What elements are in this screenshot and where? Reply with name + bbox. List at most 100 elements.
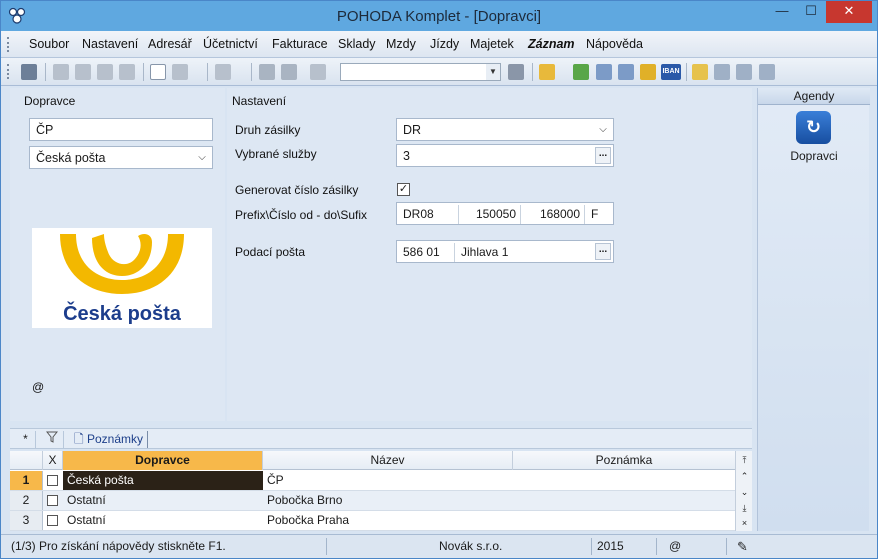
status-edit-icon[interactable]: ✎	[737, 539, 748, 555]
carriers-agenda-icon[interactable]: ↻	[796, 111, 831, 144]
cell-name[interactable]: Pobočka Praha	[263, 511, 513, 530]
services-browse-button[interactable]: ...	[595, 147, 611, 164]
column-header-x[interactable]: X	[43, 451, 63, 470]
scroll-down-icon[interactable]: ⌄	[737, 485, 752, 499]
table-row[interactable]: 1 Česká pošta ČP	[10, 471, 735, 491]
cell-carrier[interactable]: Ostatní	[63, 491, 263, 510]
filter-tab-icon[interactable]	[42, 431, 64, 448]
cell-name[interactable]: Pobočka Brno	[263, 491, 513, 510]
status-bar: (1/3) Pro získání nápovědy stiskněte F1.…	[1, 534, 877, 558]
tab-new-record[interactable]: *	[16, 431, 36, 448]
filter-icon[interactable]	[508, 64, 524, 80]
table-row[interactable]: 3 Ostatní Pobočka Praha	[10, 511, 735, 531]
cell-note[interactable]	[513, 471, 735, 490]
prefix-number-group: DR08 150050 168000 F	[396, 202, 614, 225]
print-setup-icon[interactable]	[119, 64, 135, 80]
chevron-down-icon[interactable]: ▼	[486, 64, 500, 80]
scroll-up-icon[interactable]: ⌃	[737, 469, 752, 483]
save-all-icon[interactable]	[281, 64, 297, 80]
new-record-icon[interactable]	[150, 64, 166, 80]
menu-adresar[interactable]: Adresář	[148, 37, 192, 51]
iban-icon[interactable]: IBAN	[661, 64, 681, 80]
cell-carrier[interactable]: Ostatní	[63, 511, 263, 530]
grid-header: X Dopravce Název Poznámka	[10, 451, 735, 470]
calculator-icon[interactable]	[596, 64, 612, 80]
post-office-code: 586 01	[399, 243, 455, 262]
menu-soubor[interactable]: Soubor	[29, 37, 69, 51]
carrier-code-value: ČP	[36, 123, 54, 137]
agenda-header: Agendy	[758, 88, 870, 105]
services-input[interactable]: 3 ...	[396, 144, 614, 167]
column-header-note[interactable]: Poznámka	[513, 451, 735, 470]
row-checkbox[interactable]	[47, 475, 58, 486]
back-icon[interactable]	[215, 64, 231, 80]
chevron-down-icon[interactable]: ⌵	[595, 121, 611, 138]
search-combo[interactable]: ▼	[340, 63, 501, 81]
row-checkbox[interactable]	[47, 515, 58, 526]
column-header-carrier[interactable]: Dopravce	[63, 451, 263, 470]
generate-number-checkbox[interactable]: ✓	[397, 183, 410, 196]
cell-note[interactable]	[513, 511, 735, 530]
cell-note[interactable]	[513, 491, 735, 510]
print-preview-icon[interactable]	[97, 64, 113, 80]
payment-icon[interactable]	[573, 64, 589, 80]
prefix-input[interactable]: DR08	[399, 205, 459, 224]
carrier-select[interactable]: Česká pošta ⌵	[29, 146, 213, 169]
status-separator	[326, 538, 327, 555]
suffix-input[interactable]: F	[587, 205, 611, 224]
settings-panel: Nastavení Druh zásilky DR ⌵ Vybrané služ…	[227, 88, 752, 421]
copy-record-icon[interactable]	[53, 64, 69, 80]
print-icon[interactable]	[75, 64, 91, 80]
toolbar-separator	[45, 63, 46, 81]
scroll-top-icon[interactable]: ⤒	[737, 453, 752, 467]
carrier-select-value: Česká pošta	[36, 151, 106, 165]
report-icon[interactable]	[736, 64, 752, 80]
menubar-grip-icon[interactable]	[7, 37, 10, 52]
menu-majetek[interactable]: Majetek	[470, 37, 514, 51]
table-row[interactable]: 2 Ostatní Pobočka Brno	[10, 491, 735, 511]
post-office-browse-button[interactable]: ...	[595, 243, 611, 260]
carrier-code-input[interactable]: ČP	[29, 118, 213, 141]
edit-icon[interactable]	[172, 64, 188, 80]
coins-icon[interactable]	[640, 64, 656, 80]
generate-number-label: Generovat číslo zásilky	[235, 183, 359, 197]
menu-ucetnictvi[interactable]: Účetnictví	[203, 37, 258, 51]
folder-icon[interactable]	[539, 64, 555, 80]
toolbar-grip-icon[interactable]	[7, 64, 10, 79]
number-to-input[interactable]: 168000	[523, 205, 585, 224]
row-checkbox[interactable]	[47, 495, 58, 506]
document-icon[interactable]	[714, 64, 730, 80]
menu-sklady[interactable]: Sklady	[338, 37, 376, 51]
clipboard-icon[interactable]	[310, 64, 326, 80]
chevron-down-icon[interactable]: ⌵	[194, 149, 210, 166]
maximize-button[interactable]: ☐	[797, 1, 825, 23]
status-at: @	[669, 539, 682, 553]
carriers-agenda-label[interactable]: Dopravci	[758, 149, 870, 163]
shipment-type-select[interactable]: DR ⌵	[396, 118, 614, 141]
toolbar-separator	[686, 63, 687, 81]
table-icon[interactable]	[618, 64, 634, 80]
menu-fakturace[interactable]: Fakturace	[272, 37, 328, 51]
menu-mzdy[interactable]: Mzdy	[386, 37, 416, 51]
save-icon[interactable]	[259, 64, 275, 80]
status-company: Novák s.r.o.	[439, 539, 503, 553]
post-office-input[interactable]: 586 01 Jihlava 1 ...	[396, 240, 614, 263]
note-icon[interactable]	[692, 64, 708, 80]
menu-jizdy[interactable]: Jízdy	[430, 37, 459, 51]
menu-napoveda[interactable]: Nápověda	[586, 37, 643, 51]
column-header-name[interactable]: Název	[263, 451, 513, 470]
menu-nastaveni[interactable]: Nastavení	[82, 37, 138, 51]
grid-scrollbar[interactable]: ⤒ ⌃ ⌄ ⤓ ×	[735, 451, 752, 531]
minimize-button[interactable]: —	[768, 1, 796, 23]
help-pointer-icon[interactable]	[759, 64, 775, 80]
tab-notes[interactable]: 🗋 Poznámky	[70, 431, 149, 448]
number-from-input[interactable]: 150050	[461, 205, 521, 224]
scroll-bottom-icon[interactable]: ⤓	[737, 501, 752, 515]
menu-zaznam[interactable]: Záznam	[528, 37, 575, 51]
menu-bar: Soubor Nastavení Adresář Účetnictví Fakt…	[1, 31, 877, 58]
cell-name[interactable]: ČP	[263, 471, 513, 490]
scroll-close-icon[interactable]: ×	[737, 516, 752, 530]
exit-icon[interactable]	[21, 64, 37, 80]
cell-carrier[interactable]: Česká pošta	[63, 471, 263, 490]
close-button[interactable]: ✕	[826, 1, 872, 23]
